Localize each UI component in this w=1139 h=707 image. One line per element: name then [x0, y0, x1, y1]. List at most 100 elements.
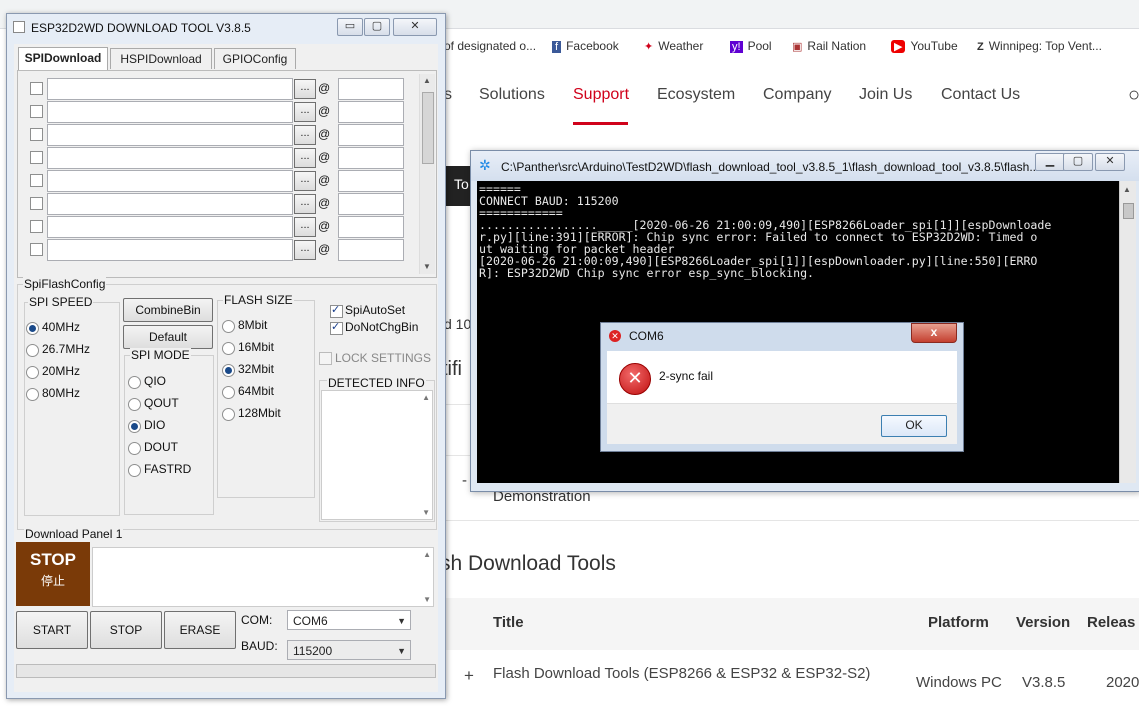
file-row-checkbox[interactable]	[30, 174, 43, 187]
flash-size-radio[interactable]	[222, 320, 235, 333]
bookmark-item[interactable]: ▶ YouTube	[891, 39, 958, 53]
spi-mode-radio[interactable]	[128, 376, 141, 389]
browse-button[interactable]: ...	[294, 148, 316, 168]
browse-button[interactable]: ...	[294, 194, 316, 214]
spi-mode-radio[interactable]	[128, 398, 141, 411]
flash-size-radio[interactable]	[222, 364, 235, 377]
spi-mode-radio[interactable]	[128, 420, 141, 433]
scroll-up-icon[interactable]: ▲	[422, 393, 430, 402]
minimize-button[interactable]: ▭	[337, 18, 363, 36]
download-log-textbox[interactable]: ▲ ▼	[92, 547, 434, 607]
scrollbar-thumb[interactable]	[422, 92, 434, 164]
bookmark-item[interactable]: y! Pool	[730, 39, 772, 53]
file-path-input[interactable]	[47, 193, 293, 215]
file-path-input[interactable]	[47, 101, 293, 123]
file-row-checkbox[interactable]	[30, 82, 43, 95]
file-path-input[interactable]	[47, 124, 293, 146]
scroll-down-icon[interactable]: ▼	[423, 262, 431, 271]
address-input[interactable]	[338, 239, 404, 261]
detected-info-textbox[interactable]: ▲ ▼	[321, 390, 433, 520]
file-row-checkbox[interactable]	[30, 243, 43, 256]
scroll-up-icon[interactable]: ▲	[423, 76, 431, 85]
scroll-down-icon[interactable]: ▼	[423, 595, 431, 604]
download-tool-window[interactable]: ESP32D2WD DOWNLOAD TOOL V3.8.5 ▭ ▢ ✕ SPI…	[6, 13, 446, 699]
address-input[interactable]	[338, 193, 404, 215]
minimize-button[interactable]: ▁	[1035, 153, 1065, 171]
combine-bin-button[interactable]: CombineBin	[123, 298, 213, 322]
spi-auto-set-checkbox[interactable]	[330, 303, 343, 318]
chevron-down-icon[interactable]: ▼	[397, 611, 406, 631]
scroll-up-icon[interactable]: ▲	[423, 550, 431, 559]
browse-button[interactable]: ...	[294, 217, 316, 237]
browse-button[interactable]: ...	[294, 240, 316, 260]
close-button[interactable]: ✕	[393, 18, 437, 36]
baud-rate-select[interactable]: 115200 ▼	[287, 640, 411, 660]
scroll-down-icon[interactable]: ▼	[422, 508, 430, 517]
default-button[interactable]: Default	[123, 325, 213, 349]
address-input[interactable]	[338, 101, 404, 123]
scroll-up-icon[interactable]: ▲	[1123, 185, 1131, 194]
spi-speed-radio[interactable]	[26, 366, 39, 379]
nav-item-support[interactable]: Support	[573, 86, 629, 104]
expand-icon[interactable]: +	[464, 666, 474, 686]
start-button[interactable]: START	[16, 611, 88, 649]
nav-item-company[interactable]: Company	[763, 86, 831, 104]
erase-button[interactable]: ERASE	[164, 611, 236, 649]
bookmark-item[interactable]: ✦ Weather	[644, 39, 703, 53]
lock-settings-checkbox[interactable]	[319, 352, 332, 365]
console-scrollbar[interactable]: ▲	[1119, 181, 1136, 483]
bookmark-item[interactable]: f Facebook	[552, 39, 619, 53]
nav-item-solutions[interactable]: Solutions	[479, 86, 545, 104]
stop-button[interactable]: STOP	[90, 611, 162, 649]
address-input[interactable]	[338, 216, 404, 238]
address-input[interactable]	[338, 78, 404, 100]
bookmark-item[interactable]: Z Winnipeg: Top Vent...	[977, 39, 1102, 53]
browse-button[interactable]: ...	[294, 125, 316, 145]
file-path-input[interactable]	[47, 216, 293, 238]
address-input[interactable]	[338, 170, 404, 192]
bookmark-item[interactable]: of designated o...	[444, 39, 536, 53]
console-titlebar[interactable]: ✲ C:\Panther\src\Arduino\TestD2WD\flash_…	[471, 151, 1139, 181]
spi-speed-radio[interactable]	[26, 344, 39, 357]
tab-hspidownload[interactable]: HSPIDownload	[110, 48, 212, 69]
tab-spidownload[interactable]: SPIDownload	[18, 47, 108, 70]
file-row-checkbox[interactable]	[30, 220, 43, 233]
address-input[interactable]	[338, 147, 404, 169]
flash-size-radio[interactable]	[222, 342, 235, 355]
file-path-input[interactable]	[47, 147, 293, 169]
nav-item-contact-us[interactable]: Contact Us	[941, 86, 1020, 104]
spi-mode-radio[interactable]	[128, 442, 141, 455]
address-input[interactable]	[338, 124, 404, 146]
browse-button[interactable]: ...	[294, 79, 316, 99]
spi-speed-radio[interactable]	[26, 322, 39, 335]
tab-gpioconfig[interactable]: GPIOConfig	[214, 48, 296, 69]
error-dialog[interactable]: ✕ COM6 x ✕ 2-sync fail OK	[600, 322, 964, 452]
row-title[interactable]: Flash Download Tools (ESP8266 & ESP32 & …	[493, 665, 883, 682]
file-row-checkbox[interactable]	[30, 128, 43, 141]
flash-size-radio[interactable]	[222, 408, 235, 421]
maximize-button[interactable]: ▢	[1063, 153, 1093, 171]
browse-button[interactable]: ...	[294, 171, 316, 191]
expand-icon[interactable]: -	[462, 472, 467, 489]
bookmark-item[interactable]: ▣ Rail Nation	[792, 39, 866, 53]
do-not-chg-bin-checkbox[interactable]	[330, 320, 343, 335]
file-path-input[interactable]	[47, 78, 293, 100]
close-button[interactable]: ✕	[1095, 153, 1125, 171]
ok-button[interactable]: OK	[881, 415, 947, 437]
file-row-checkbox[interactable]	[30, 197, 43, 210]
file-path-input[interactable]	[47, 239, 293, 261]
nav-item-ecosystem[interactable]: Ecosystem	[657, 86, 735, 104]
file-list-scrollbar[interactable]: ▲ ▼	[419, 74, 435, 274]
maximize-button[interactable]: ▢	[364, 18, 390, 36]
chevron-down-icon[interactable]: ▼	[397, 641, 406, 661]
scrollbar-thumb[interactable]	[1123, 203, 1134, 219]
file-row-checkbox[interactable]	[30, 105, 43, 118]
com-port-select[interactable]: COM6 ▼	[287, 610, 411, 630]
dialog-close-button[interactable]: x	[911, 323, 957, 343]
tool-titlebar[interactable]: ESP32D2WD DOWNLOAD TOOL V3.8.5 ▭ ▢ ✕	[7, 14, 445, 42]
nav-item-join-us[interactable]: Join Us	[859, 86, 912, 104]
browse-button[interactable]: ...	[294, 102, 316, 122]
file-row-checkbox[interactable]	[30, 151, 43, 164]
spi-mode-radio[interactable]	[128, 464, 141, 477]
flash-size-radio[interactable]	[222, 386, 235, 399]
